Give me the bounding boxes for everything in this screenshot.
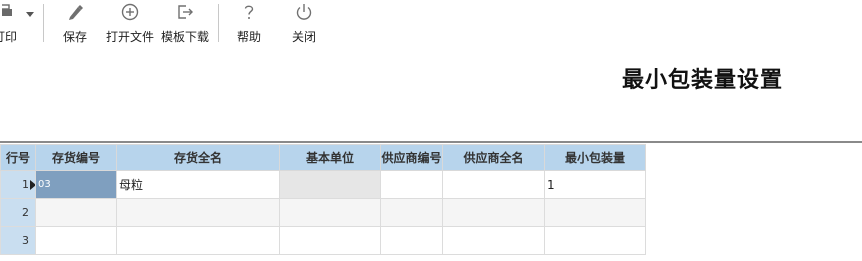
supplier-code-cell[interactable]	[380, 170, 443, 199]
close-button[interactable]: 关闭	[286, 0, 322, 46]
column-header-min-package-qty[interactable]: 最小包装量	[544, 144, 646, 171]
plus-circle-icon	[120, 0, 140, 24]
printer-icon	[2, 0, 20, 24]
item-code-cell[interactable]	[35, 198, 117, 227]
supplier-code-cell[interactable]	[380, 198, 443, 227]
column-header-supplier-name[interactable]: 供应商全名	[442, 144, 545, 171]
print-button[interactable]: 打印	[0, 0, 22, 46]
table-row: 1 03 母粒 1	[0, 170, 646, 199]
supplier-name-cell[interactable]	[442, 226, 545, 255]
title-divider	[0, 141, 862, 143]
item-name-cell[interactable]	[116, 226, 280, 255]
power-icon	[294, 0, 314, 24]
question-mark-icon	[239, 0, 259, 24]
toolbar: 打印 保存 打开文件 模板下载	[0, 0, 862, 46]
help-label: 帮助	[236, 30, 261, 44]
column-header-row-number[interactable]: 行号	[0, 144, 36, 171]
grid-header-row: 行号 存货编号 存货全名 基本单位 供应商编号 供应商全名 最小包装量	[0, 144, 646, 171]
toolbar-separator	[43, 4, 44, 42]
min-package-qty-cell[interactable]	[544, 226, 646, 255]
row-number-cell[interactable]: 3	[0, 226, 36, 255]
base-unit-cell	[279, 198, 381, 227]
template-download-label: 模板下载	[160, 30, 209, 44]
base-unit-cell	[279, 226, 381, 255]
toolbar-separator	[218, 4, 219, 42]
column-header-item-code[interactable]: 存货编号	[35, 144, 117, 171]
table-row: 2	[0, 198, 646, 227]
open-file-label: 打开文件	[105, 30, 154, 44]
min-package-qty-cell[interactable]	[544, 198, 646, 227]
item-code-cell[interactable]: 03	[35, 170, 117, 199]
page-title: 最小包装量设置	[622, 67, 784, 93]
min-package-qty-cell[interactable]: 1	[544, 170, 646, 199]
export-icon	[175, 0, 195, 24]
row-number-cell[interactable]: 2	[0, 198, 36, 227]
row-number: 2	[22, 206, 29, 219]
item-code-cell[interactable]	[35, 226, 117, 255]
column-header-supplier-code[interactable]: 供应商编号	[380, 144, 443, 171]
supplier-code-cell[interactable]	[380, 226, 443, 255]
table-row: 3	[0, 226, 646, 255]
data-grid: 行号 存货编号 存货全名 基本单位 供应商编号 供应商全名 最小包装量 1 03…	[0, 144, 646, 255]
open-file-button[interactable]: 打开文件	[104, 0, 156, 46]
column-header-base-unit[interactable]: 基本单位	[279, 144, 381, 171]
print-label: 打印	[0, 30, 17, 44]
print-dropdown-arrow-icon[interactable]	[26, 12, 34, 17]
item-name-cell[interactable]	[116, 198, 280, 227]
save-label: 保存	[62, 30, 87, 44]
save-button[interactable]: 保存	[56, 0, 94, 46]
supplier-name-cell[interactable]	[442, 198, 545, 227]
close-label: 关闭	[291, 30, 316, 44]
row-number: 1	[22, 178, 29, 191]
base-unit-cell	[279, 170, 381, 199]
template-download-button[interactable]: 模板下载	[159, 0, 211, 46]
item-name-cell[interactable]: 母粒	[116, 170, 280, 199]
column-header-item-name[interactable]: 存货全名	[116, 144, 280, 171]
current-row-pointer-icon	[30, 180, 35, 190]
help-button[interactable]: 帮助	[231, 0, 267, 46]
supplier-name-cell[interactable]	[442, 170, 545, 199]
row-number: 3	[22, 234, 29, 247]
save-pen-icon	[65, 0, 85, 24]
row-number-cell[interactable]: 1	[0, 170, 36, 199]
